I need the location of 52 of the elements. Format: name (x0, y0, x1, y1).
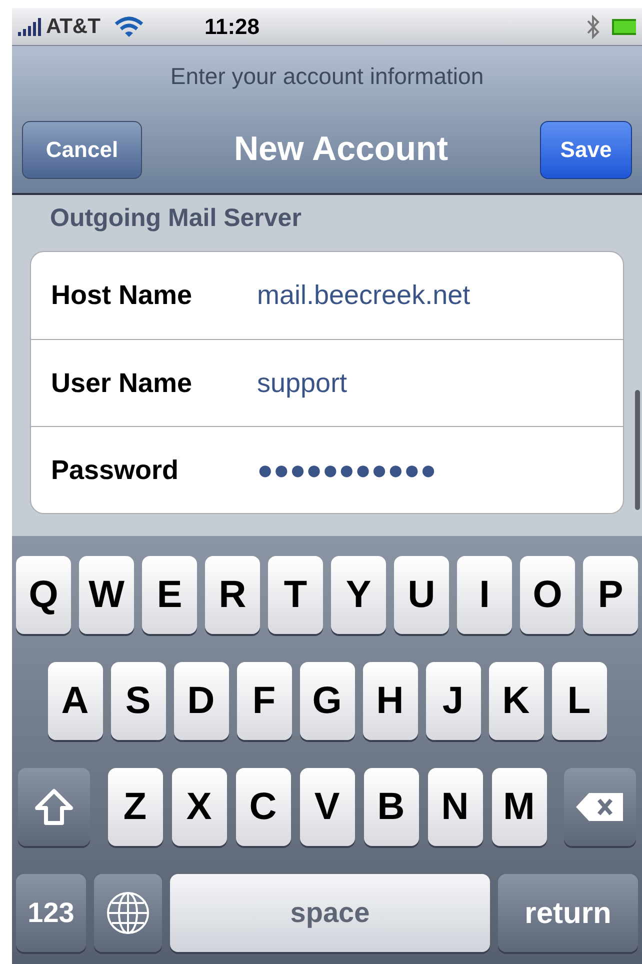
letter-key[interactable]: Q (16, 556, 71, 634)
shift-key[interactable] (18, 768, 90, 846)
letter-key[interactable]: Y (331, 556, 386, 634)
backspace-icon (575, 792, 625, 822)
wifi-icon (114, 16, 144, 38)
letter-key[interactable]: O (520, 556, 575, 634)
field-label: Password (51, 454, 180, 487)
letter-key[interactable]: D (174, 662, 228, 740)
carrier-name: AT&T (46, 14, 100, 40)
letter-key[interactable]: R (205, 556, 260, 634)
prompt-text: Enter your account information (170, 62, 484, 91)
letter-key[interactable]: L (552, 662, 606, 740)
letter-key[interactable]: Z (108, 768, 162, 846)
field-value[interactable]: mail.beecreek.net (257, 275, 470, 316)
field-value[interactable]: ●●●●●●●●●●● (257, 450, 436, 490)
letter-key[interactable]: J (426, 662, 480, 740)
cancel-button[interactable]: Cancel (22, 120, 142, 178)
letter-key[interactable]: C (236, 768, 290, 846)
letter-key[interactable]: V (300, 768, 354, 846)
space-key[interactable]: space (170, 874, 490, 952)
letter-key[interactable]: G (300, 662, 354, 740)
letter-key[interactable]: B (364, 768, 418, 846)
clock-time: 11:28 (204, 13, 260, 41)
screen-title: New Account (234, 129, 448, 170)
letter-key[interactable]: P (583, 556, 638, 634)
shift-arrow-icon (34, 788, 74, 826)
letter-key[interactable]: F (236, 662, 292, 740)
field-label: User Name (51, 366, 194, 400)
save-button[interactable]: Save (540, 120, 632, 178)
battery-icon (612, 18, 636, 34)
section-header: Outgoing Mail Server (50, 203, 302, 234)
return-key[interactable]: return (498, 874, 638, 952)
letter-key[interactable]: A (48, 662, 102, 740)
numbers-key[interactable]: 123 (16, 874, 86, 952)
globe-icon (106, 891, 150, 935)
field-value[interactable]: support (257, 362, 348, 404)
letter-key[interactable]: X (172, 768, 226, 846)
bluetooth-icon (586, 14, 600, 38)
letter-key[interactable]: H (362, 662, 418, 740)
delete-key[interactable] (564, 768, 636, 846)
letter-key[interactable]: I (457, 556, 512, 634)
letter-key[interactable]: S (110, 662, 166, 740)
letter-key[interactable]: M (492, 768, 546, 846)
letter-key[interactable]: U (394, 556, 449, 634)
globe-key[interactable] (94, 874, 162, 952)
letter-key[interactable]: T (268, 556, 323, 634)
signal-icon (18, 18, 42, 36)
field-label: Host Name (51, 279, 194, 312)
letter-key[interactable]: E (142, 556, 197, 634)
letter-key[interactable]: K (488, 662, 544, 740)
letter-key[interactable]: N (428, 768, 482, 846)
letter-key[interactable]: W (79, 556, 134, 634)
